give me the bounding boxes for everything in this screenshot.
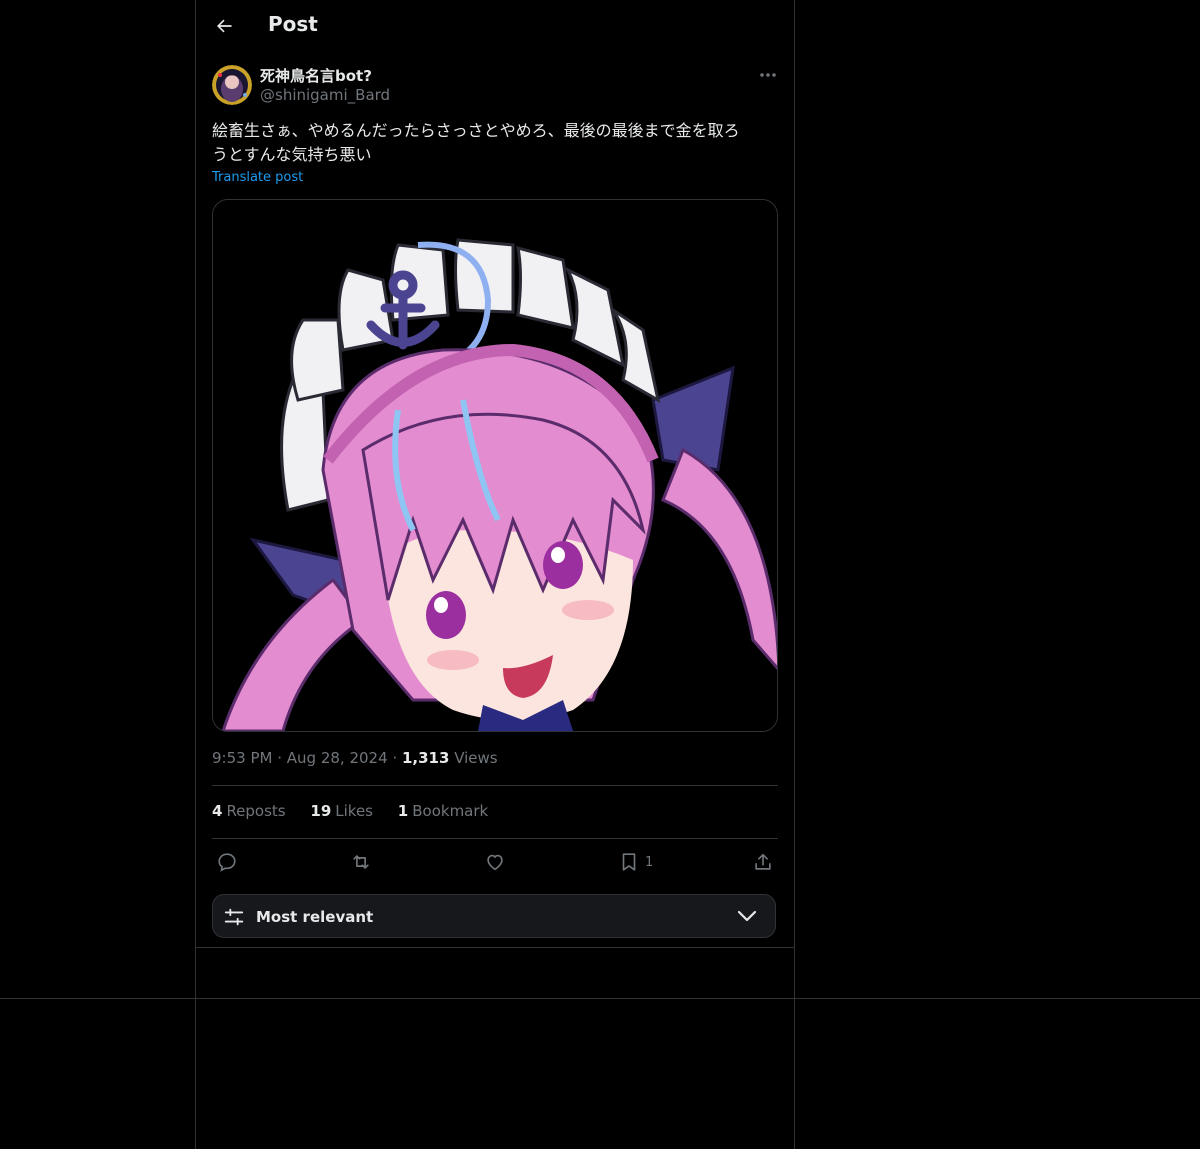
bookmarks-stat[interactable]: 1 Bookmark (398, 802, 488, 820)
repost-icon (353, 855, 369, 869)
more-horizontal-icon (760, 73, 776, 77)
anime-girl-illustration (213, 200, 777, 731)
header: Post (196, 0, 794, 54)
chevron-down-icon (737, 910, 757, 922)
views-label: Views (454, 749, 498, 767)
page-divider (0, 998, 1200, 999)
share-button[interactable] (752, 850, 774, 874)
tweet-text-line: うとすんな気持ち悪い (212, 145, 372, 164)
engagement-stats: 4 Reposts 19 Likes 1 Bookmark (212, 802, 508, 820)
more-button[interactable] (754, 64, 782, 86)
sort-label: Most relevant (256, 908, 374, 926)
tweet-meta: 9:53 PM · Aug 28, 2024 · 1,313 Views (212, 749, 498, 767)
translate-link[interactable]: Translate post (212, 170, 303, 185)
divider (212, 838, 778, 839)
tweet-date[interactable]: Aug 28, 2024 (287, 749, 388, 767)
bookmark-button[interactable]: 1 (618, 850, 653, 874)
back-button[interactable] (206, 8, 242, 44)
reply-button[interactable] (216, 850, 238, 874)
tweet-text-line: 絵畜生さぁ、やめるんだったらさっさとやめろ、最後の最後まで金を取ろ (212, 121, 740, 140)
tweet-time[interactable]: 9:53 PM (212, 749, 272, 767)
tweet-text: 絵畜生さぁ、やめるんだったらさっさとやめろ、最後の最後まで金を取ろ うとすんな気… (212, 119, 778, 167)
views-count: 1,313 (401, 749, 450, 767)
divider (212, 785, 778, 786)
bookmark-icon (622, 853, 636, 871)
heart-icon (487, 854, 503, 871)
author-display-name[interactable]: 死神鳥名言bot? (260, 65, 372, 86)
likes-stat[interactable]: 19 Likes (310, 802, 373, 820)
like-button[interactable] (484, 850, 506, 874)
arrow-left-icon (217, 19, 232, 33)
tweet-image[interactable] (212, 199, 778, 732)
avatar[interactable] (212, 65, 252, 105)
reposts-stat[interactable]: 4 Reposts (212, 802, 286, 820)
repost-button[interactable] (350, 850, 372, 874)
author-handle[interactable]: @shinigami_Bard (260, 86, 390, 104)
bookmark-count: 1 (645, 854, 654, 870)
sliders-icon (224, 908, 244, 926)
share-icon (755, 853, 771, 870)
page-title: Post (268, 12, 318, 36)
column-divider (196, 947, 794, 948)
reply-icon (218, 853, 236, 872)
reply-sort-dropdown[interactable]: Most relevant (212, 894, 776, 938)
